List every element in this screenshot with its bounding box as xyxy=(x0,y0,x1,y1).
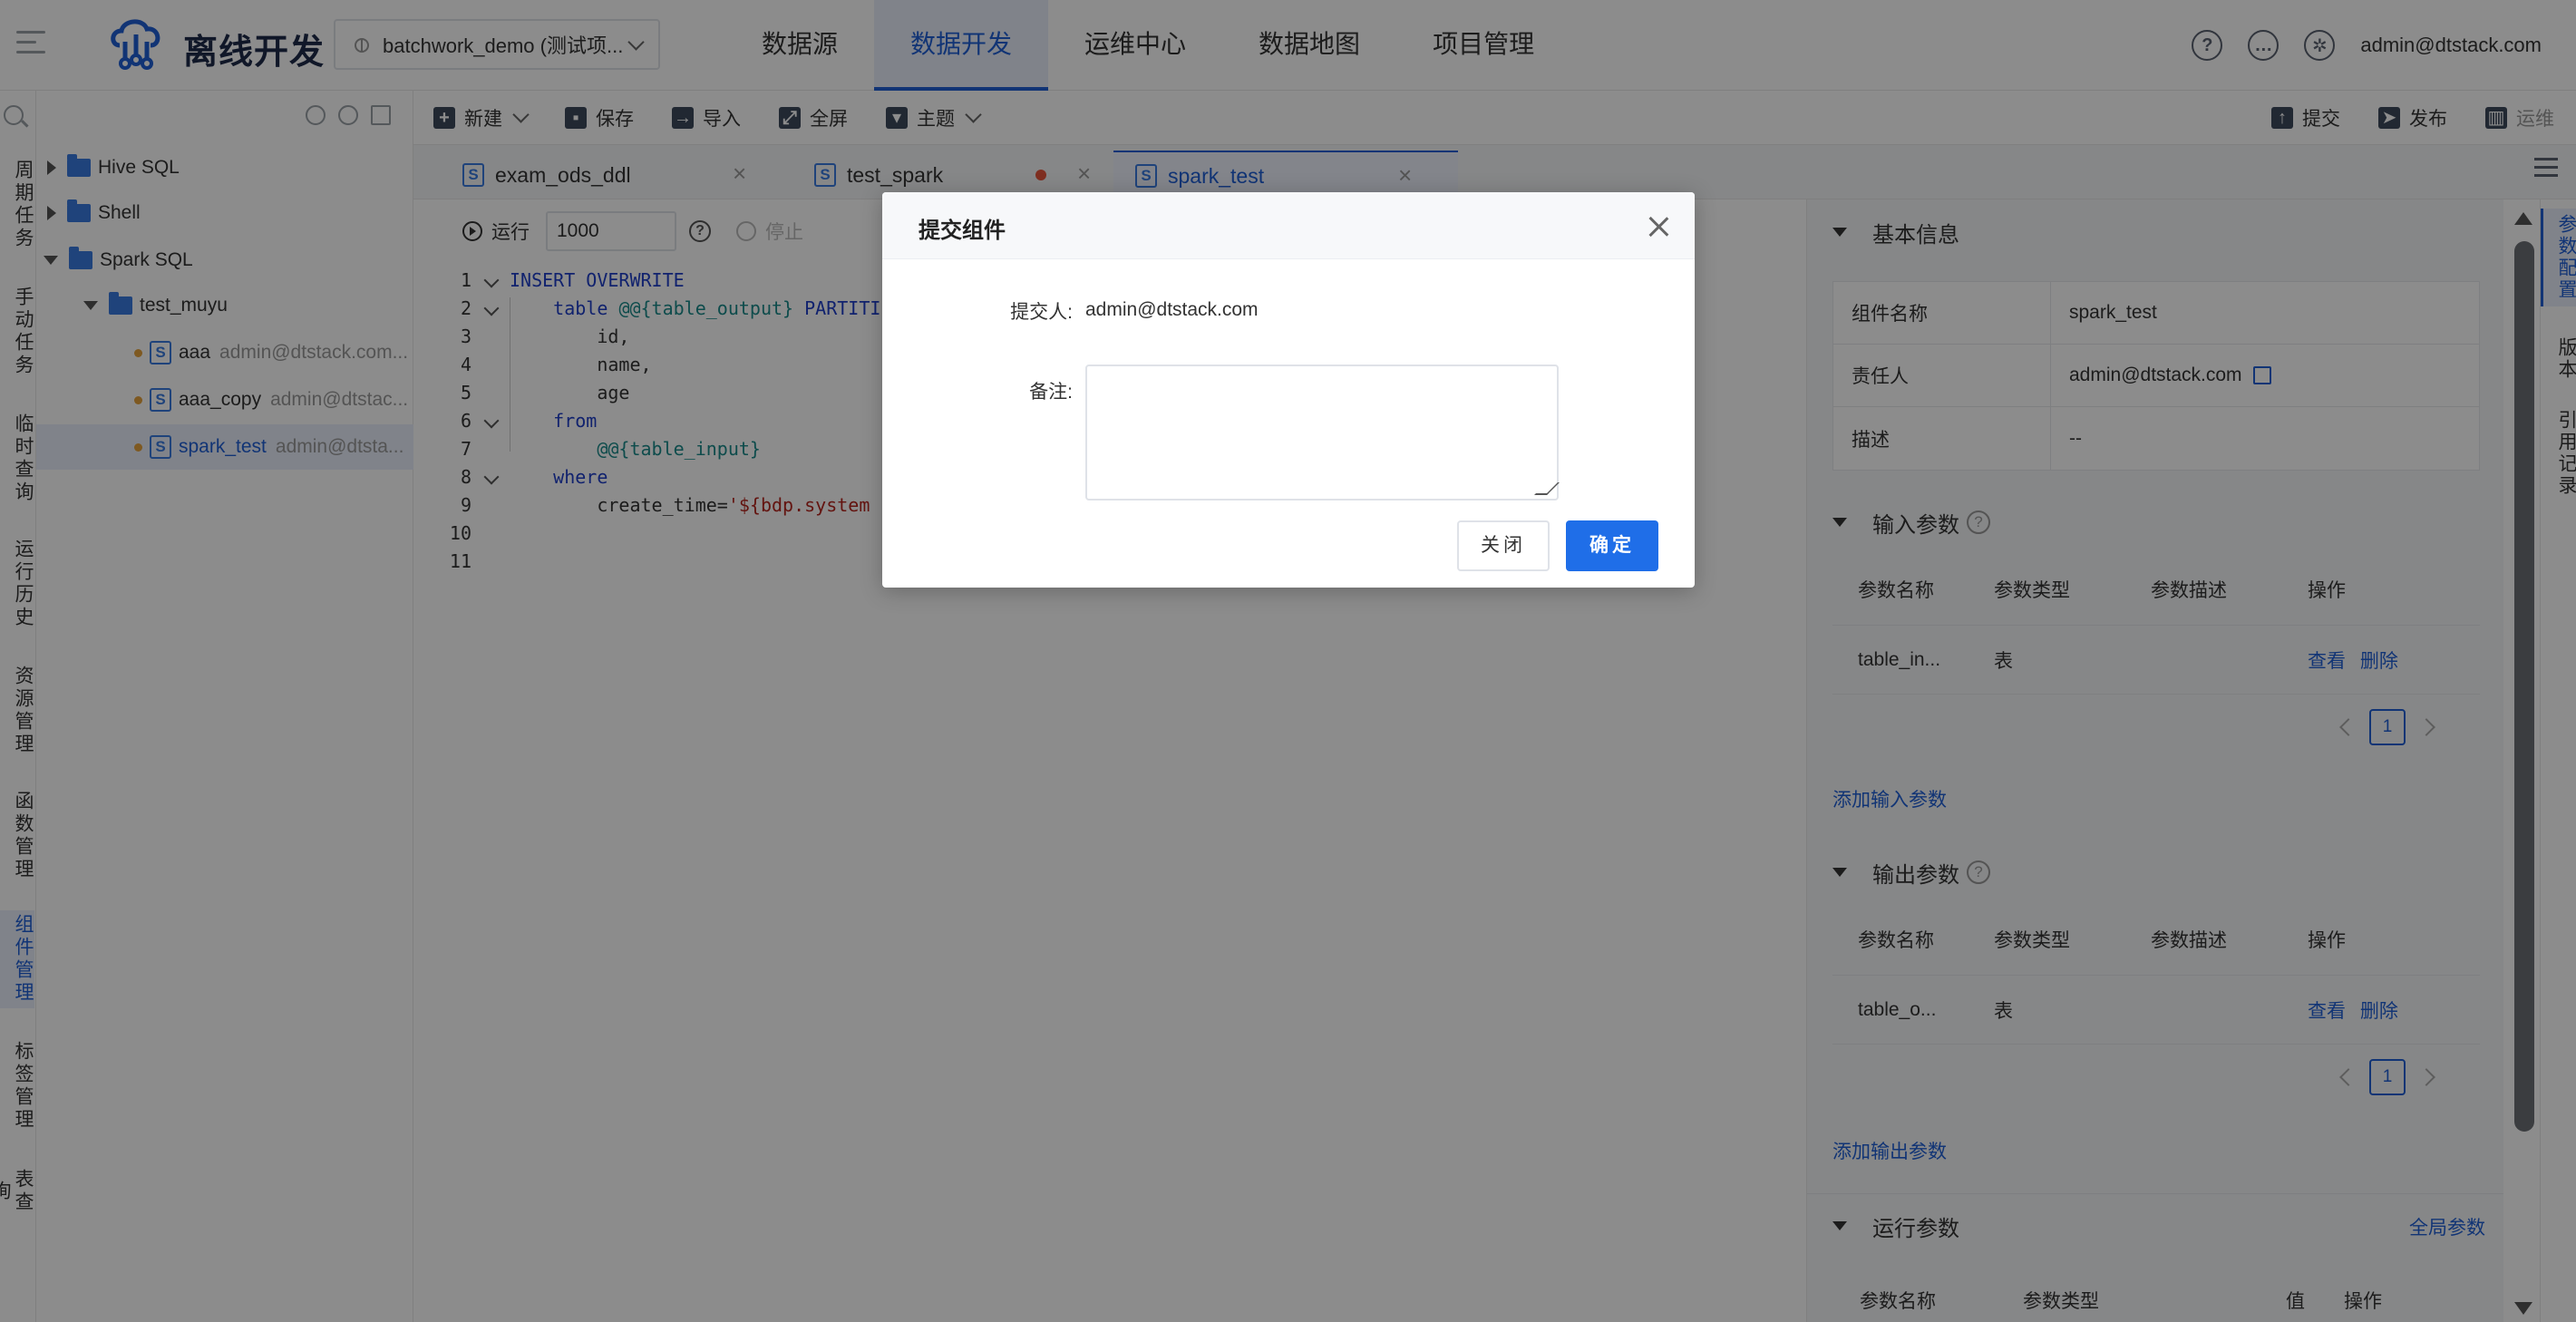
confirm-button[interactable]: 确定 xyxy=(1566,520,1658,571)
close-button[interactable]: 关闭 xyxy=(1457,520,1550,571)
submitter-value: admin@dtstack.com xyxy=(1085,299,1259,320)
remark-label: 备注: xyxy=(1029,382,1073,403)
dialog-header: 提交组件 xyxy=(882,192,1695,259)
submit-component-dialog: 提交组件 提交人: admin@dtstack.com 备注: 关闭 确定 xyxy=(882,192,1695,588)
close-icon[interactable] xyxy=(1648,216,1669,238)
dialog-title: 提交组件 xyxy=(919,219,1006,243)
remark-textarea[interactable] xyxy=(1085,365,1559,501)
submitter-label: 提交人: xyxy=(1010,302,1073,323)
